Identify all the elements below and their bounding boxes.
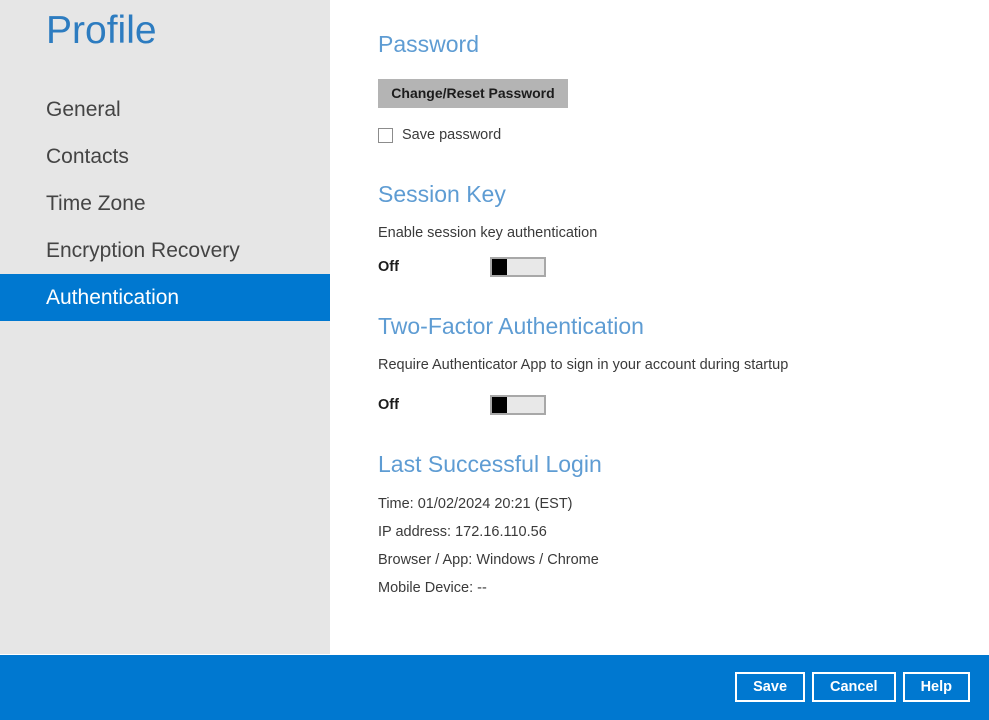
sidebar-item-general[interactable]: General	[0, 86, 330, 133]
sidebar-item-encryption-recovery[interactable]: Encryption Recovery	[0, 227, 330, 274]
last-login-browser-app: Browser / App: Windows / Chrome	[378, 552, 599, 568]
sidebar-item-label: Encryption Recovery	[46, 239, 240, 262]
two-factor-section-heading: Two-Factor Authentication	[378, 313, 644, 340]
sidebar-item-label: Authentication	[46, 286, 179, 309]
two-factor-toggle-row: Off	[378, 395, 546, 415]
two-factor-toggle-state: Off	[378, 397, 490, 413]
session-key-toggle[interactable]	[490, 257, 546, 277]
change-reset-password-button[interactable]: Change/Reset Password	[378, 79, 568, 108]
sidebar-item-label: Contacts	[46, 145, 129, 168]
toggle-thumb	[492, 397, 507, 413]
toggle-thumb	[492, 259, 507, 275]
two-factor-description: Require Authenticator App to sign in you…	[378, 357, 788, 373]
save-password-checkbox[interactable]	[378, 128, 393, 143]
last-login-ip-address: IP address: 172.16.110.56	[378, 524, 547, 540]
cancel-button[interactable]: Cancel	[812, 672, 896, 702]
two-factor-toggle[interactable]	[490, 395, 546, 415]
main-content: Password Change/Reset Password Save pass…	[330, 0, 989, 654]
last-login-mobile-device: Mobile Device: --	[378, 580, 487, 596]
help-button[interactable]: Help	[903, 672, 970, 702]
profile-settings-window: Profile General Contacts Time Zone Encry…	[0, 0, 989, 720]
sidebar-item-label: Time Zone	[46, 192, 146, 215]
last-login-time: Time: 01/02/2024 20:21 (EST)	[378, 496, 573, 512]
sidebar-nav: General Contacts Time Zone Encryption Re…	[0, 86, 330, 321]
sidebar-item-label: General	[46, 98, 121, 121]
sidebar-item-time-zone[interactable]: Time Zone	[0, 180, 330, 227]
session-key-section-heading: Session Key	[378, 181, 506, 208]
footer-button-group: Save Cancel Help	[735, 672, 970, 702]
sidebar-item-contacts[interactable]: Contacts	[0, 133, 330, 180]
sidebar-item-authentication[interactable]: Authentication	[0, 274, 330, 321]
save-button[interactable]: Save	[735, 672, 805, 702]
session-key-description: Enable session key authentication	[378, 225, 597, 241]
page-title: Profile	[46, 9, 157, 53]
save-password-label: Save password	[402, 127, 501, 143]
password-section-heading: Password	[378, 31, 479, 58]
footer-bar: Save Cancel Help	[0, 655, 989, 720]
session-key-toggle-row: Off	[378, 257, 546, 277]
sidebar: Profile General Contacts Time Zone Encry…	[0, 0, 330, 654]
save-password-row[interactable]: Save password	[378, 127, 501, 143]
last-login-section-heading: Last Successful Login	[378, 451, 602, 478]
session-key-toggle-state: Off	[378, 259, 490, 275]
